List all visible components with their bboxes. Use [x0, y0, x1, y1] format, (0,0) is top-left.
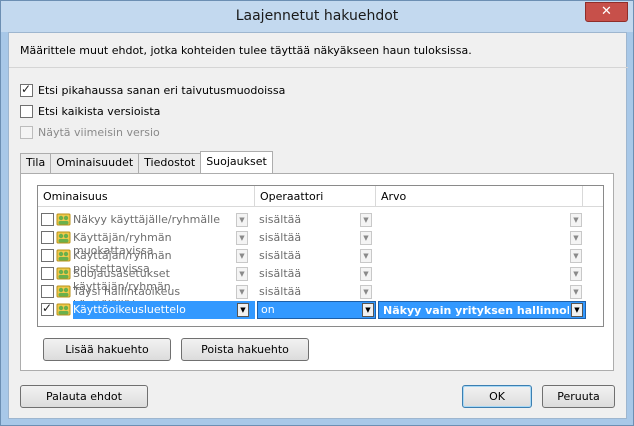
user-group-icon [56, 231, 71, 244]
chevron-down-icon[interactable]: ▼ [570, 285, 582, 299]
row-checkbox[interactable] [41, 213, 54, 226]
option-inflection-checkbox[interactable] [20, 82, 33, 97]
grid-header: Ominaisuus Operaattori Arvo [38, 186, 603, 207]
option-all-versions[interactable]: Etsi kaikista versioista [20, 103, 160, 119]
row-operator: sisältää [259, 285, 302, 298]
add-condition-button[interactable]: Lisää hakuehto [43, 338, 171, 361]
table-row[interactable]: Täysi hallintaoikeus käyttäjällä/ry ▼ si… [38, 283, 603, 311]
cancel-button[interactable]: Peruuta [542, 385, 615, 408]
table-row[interactable]: Käyttäjän/ryhmän muokattavissa ▼ sisältä… [38, 229, 603, 257]
value-dropdown[interactable]: Näkyy vain yrityksen hallinnolle ja [378, 301, 586, 319]
table-row[interactable]: Näkyy käyttäjälle/ryhmälle ▼ sisältää ▼ … [38, 211, 603, 229]
row-checkbox[interactable] [41, 249, 54, 262]
chevron-down-icon[interactable]: ▼ [236, 231, 248, 245]
tab-strip: Tila Ominaisuudet Tiedostot Suojaukset [20, 151, 273, 173]
chevron-down-icon[interactable]: ▼ [360, 249, 372, 263]
chevron-down-icon[interactable]: ▼ [236, 285, 248, 299]
conditions-grid: Ominaisuus Operaattori Arvo Näkyy käyttä… [37, 185, 604, 327]
row-property: Näkyy käyttäjälle/ryhmälle [73, 213, 220, 226]
chevron-down-icon[interactable]: ▼ [360, 267, 372, 281]
chevron-down-icon[interactable]: ▼ [360, 213, 372, 227]
row-checkbox[interactable] [41, 231, 54, 244]
column-value[interactable]: Arvo [376, 186, 583, 207]
user-group-icon [56, 285, 71, 298]
permissions-panel: Ominaisuus Operaattori Arvo Näkyy käyttä… [20, 173, 614, 371]
chevron-down-icon[interactable]: ▼ [360, 231, 372, 245]
option-inflection-label: Etsi pikahaussa sanan eri taivutusmuodoi… [38, 83, 286, 97]
row-operator: sisältää [259, 267, 302, 280]
chevron-down-icon[interactable]: ▼ [360, 285, 372, 299]
row-operator: on [261, 303, 275, 316]
column-property[interactable]: Ominaisuus [38, 186, 255, 207]
tab-permissions[interactable]: Suojaukset [200, 151, 273, 173]
option-all-versions-label: Etsi kaikista versioista [38, 104, 161, 118]
column-operator[interactable]: Operaattori [255, 186, 376, 207]
dialog-body: Määrittele muut ehdot, jotka kohteiden t… [8, 32, 628, 419]
row-operator: sisältää [259, 249, 302, 262]
title-bar[interactable]: Laajennetut hakuehdot ✕ [1, 1, 633, 32]
ok-button[interactable]: OK [462, 385, 532, 408]
row-operator: sisältää [259, 213, 302, 226]
chevron-down-icon[interactable]: ▼ [570, 231, 582, 245]
row-checkbox[interactable] [41, 301, 54, 316]
chevron-down-icon[interactable]: ▼ [571, 303, 583, 317]
chevron-down-icon[interactable]: ▼ [236, 267, 248, 281]
user-group-icon [56, 249, 71, 262]
option-latest-version-checkbox [20, 125, 33, 139]
user-group-icon [56, 213, 71, 226]
tab-properties[interactable]: Ominaisuudet [50, 153, 140, 173]
description-text: Määrittele muut ehdot, jotka kohteiden t… [20, 44, 472, 57]
chevron-down-icon[interactable]: ▼ [362, 303, 374, 317]
table-row[interactable]: Käyttäjän/ryhmän poistettavissa ▼ sisält… [38, 247, 603, 275]
tab-status[interactable]: Tila [20, 153, 52, 173]
option-inflection[interactable]: Etsi pikahaussa sanan eri taivutusmuodoi… [20, 82, 285, 98]
chevron-down-icon[interactable]: ▼ [570, 213, 582, 227]
chevron-down-icon[interactable]: ▼ [237, 303, 249, 317]
row-operator: sisältää [259, 231, 302, 244]
option-all-versions-checkbox[interactable] [20, 104, 33, 118]
divider [9, 67, 628, 68]
row-checkbox[interactable] [41, 267, 54, 280]
chevron-down-icon[interactable]: ▼ [236, 249, 248, 263]
option-latest-version: Näytä viimeisin versio [20, 124, 160, 140]
close-button[interactable]: ✕ [585, 2, 628, 22]
row-property: Käyttöoikeusluettelo [73, 303, 186, 316]
row-checkbox[interactable] [41, 285, 54, 298]
table-row-selected[interactable]: Käyttöoikeusluettelo ▼ on ▼ Näkyy vain y… [38, 301, 603, 319]
restore-conditions-button[interactable]: Palauta ehdot [20, 385, 148, 408]
option-latest-version-label: Näytä viimeisin versio [38, 125, 160, 139]
dialog-window: Laajennetut hakuehdot ✕ Määrittele muut … [0, 0, 634, 426]
chevron-down-icon[interactable]: ▼ [570, 267, 582, 281]
row-value: Näkyy vain yrityksen hallinnolle ja [383, 304, 569, 317]
remove-condition-button[interactable]: Poista hakuehto [181, 338, 309, 361]
user-group-icon [56, 267, 71, 280]
tab-files[interactable]: Tiedostot [138, 153, 202, 173]
window-title: Laajennetut hakuehdot [235, 8, 399, 24]
user-group-icon [56, 303, 71, 316]
table-row[interactable]: Suojausasetukset käyttäjän/ryhmän ▼ sisä… [38, 265, 603, 293]
chevron-down-icon[interactable]: ▼ [236, 213, 248, 227]
chevron-down-icon[interactable]: ▼ [570, 249, 582, 263]
